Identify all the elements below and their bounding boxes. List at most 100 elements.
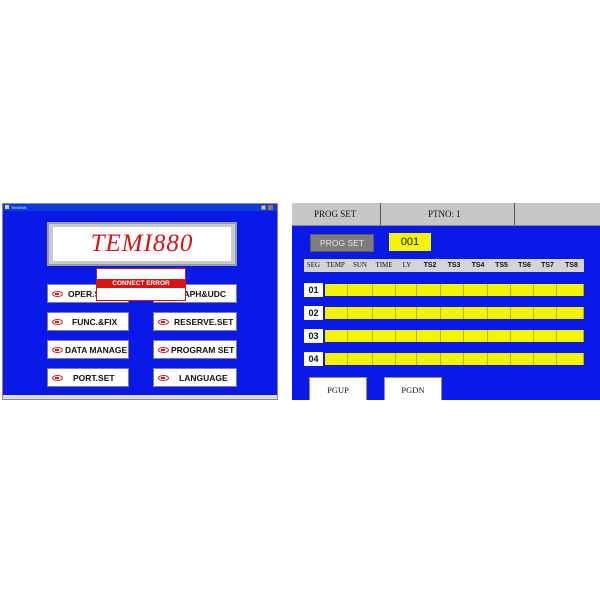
minimize-icon[interactable] <box>261 205 266 210</box>
col-ts2: TS2 <box>423 262 437 269</box>
segment-cell[interactable] <box>511 284 534 296</box>
segment-cell[interactable] <box>441 284 464 296</box>
link-icon <box>158 374 169 381</box>
prog-set-header: PROG SET PTNO: 1 <box>292 203 600 226</box>
header-divider <box>514 203 515 225</box>
segment-cell[interactable] <box>373 307 396 319</box>
segment-cell[interactable] <box>511 307 534 319</box>
segment-cell[interactable] <box>557 284 584 296</box>
link-icon <box>52 374 63 381</box>
segment-cell[interactable] <box>534 307 557 319</box>
segment-cell[interactable] <box>348 330 373 342</box>
segment-number: 04 <box>304 352 323 366</box>
segment-cell[interactable] <box>373 353 396 365</box>
col-time: TIME <box>375 261 393 269</box>
segment-cell[interactable] <box>511 330 534 342</box>
segment-row[interactable] <box>325 307 584 319</box>
app-icon <box>5 205 9 209</box>
segment-cell[interactable] <box>325 284 348 296</box>
pgup-button[interactable]: PGUP <box>309 377 367 400</box>
segment-cell[interactable] <box>441 353 464 365</box>
segment-cell[interactable] <box>464 284 488 296</box>
segment-cell[interactable] <box>348 353 373 365</box>
col-ts4: TS4 <box>471 262 485 269</box>
graph-udc-label: APH&UDC <box>183 288 227 299</box>
segment-number: 02 <box>304 306 323 320</box>
segment-cell[interactable] <box>534 330 557 342</box>
port-set-label: PORT.SET <box>73 372 115 383</box>
connect-error-title: CONNECT ERROR <box>97 279 185 288</box>
col-ts3: TS3 <box>447 262 461 269</box>
segment-cell[interactable] <box>396 353 417 365</box>
main-menu-window: TemiEdit TEMI880 OPER.SE APH&UDC FUNC.&F… <box>2 203 278 400</box>
segment-number: 03 <box>304 329 323 343</box>
segment-cell[interactable] <box>373 330 396 342</box>
segment-cell[interactable] <box>464 353 488 365</box>
col-seg: SEG <box>306 261 321 269</box>
language-button[interactable]: LANGUAGE <box>153 368 237 387</box>
segment-cell[interactable] <box>557 330 584 342</box>
link-icon <box>52 318 63 325</box>
segment-cell[interactable] <box>417 284 441 296</box>
link-icon <box>52 290 63 297</box>
col-temp: TEMP <box>326 261 345 269</box>
col-ts8: TS8 <box>565 262 578 269</box>
reserve-set-button[interactable]: RESERVE.SET <box>153 312 237 331</box>
segment-cell[interactable] <box>488 330 511 342</box>
col-ts5: TS5 <box>495 262 508 269</box>
connect-error-dialog[interactable]: CONNECT ERROR <box>96 268 186 301</box>
segment-cell[interactable] <box>396 330 417 342</box>
segment-cell[interactable] <box>557 353 584 365</box>
ptno-field[interactable]: 001 <box>389 233 431 251</box>
segment-cell[interactable] <box>396 307 417 319</box>
prog-set-screen: PROG SET PTNO: 1 PROG SET 001 SEG TEMP S… <box>292 203 600 400</box>
segment-row[interactable] <box>325 353 584 365</box>
segment-cell[interactable] <box>325 353 348 365</box>
status-strip <box>3 395 277 399</box>
pgdn-button[interactable]: PGDN <box>384 377 442 400</box>
col-ts6: TS6 <box>518 262 531 269</box>
segment-row[interactable] <box>325 284 584 296</box>
segment-cell[interactable] <box>325 330 348 342</box>
port-set-button[interactable]: PORT.SET <box>47 368 129 387</box>
segment-cell[interactable] <box>488 284 511 296</box>
segment-cell[interactable] <box>348 307 373 319</box>
program-set-button[interactable]: PROGRAM SET <box>153 340 237 359</box>
title-bar: TemiEdit <box>3 204 277 211</box>
close-icon[interactable] <box>268 205 273 210</box>
header-title: PROG SET <box>314 209 357 219</box>
segment-cell[interactable] <box>534 353 557 365</box>
segment-cell[interactable] <box>325 307 348 319</box>
segment-cell[interactable] <box>417 353 441 365</box>
segment-cell[interactable] <box>417 307 441 319</box>
header-ptno: PTNO: 1 <box>428 209 461 219</box>
segment-cell[interactable] <box>417 330 441 342</box>
header-divider <box>380 203 381 225</box>
data-manage-button[interactable]: DATA MANAGE <box>47 340 129 359</box>
segment-row[interactable] <box>325 330 584 342</box>
link-icon <box>158 318 169 325</box>
segment-cell[interactable] <box>441 307 464 319</box>
col-sun: SUN <box>352 261 367 269</box>
segment-cell[interactable] <box>396 284 417 296</box>
language-label: LANGUAGE <box>179 372 228 383</box>
segment-number: 01 <box>304 283 323 297</box>
segment-cell[interactable] <box>511 353 534 365</box>
segment-cell[interactable] <box>488 307 511 319</box>
logo: TEMI880 <box>90 230 194 257</box>
prog-set-button[interactable]: PROG SET <box>310 234 374 252</box>
data-manage-label: DATA MANAGE <box>65 344 128 355</box>
func-fix-button[interactable]: FUNC.&FIX <box>47 312 129 331</box>
segment-cell[interactable] <box>488 353 511 365</box>
link-icon <box>158 346 169 353</box>
segment-cell[interactable] <box>441 330 464 342</box>
program-set-label: PROGRAM SET <box>171 344 235 355</box>
segment-cell[interactable] <box>464 330 488 342</box>
window-title: TemiEdit <box>11 205 27 210</box>
col-ts7: TS7 <box>541 262 554 269</box>
segment-cell[interactable] <box>373 284 396 296</box>
segment-cell[interactable] <box>534 284 557 296</box>
segment-cell[interactable] <box>557 307 584 319</box>
segment-cell[interactable] <box>348 284 373 296</box>
segment-cell[interactable] <box>464 307 488 319</box>
